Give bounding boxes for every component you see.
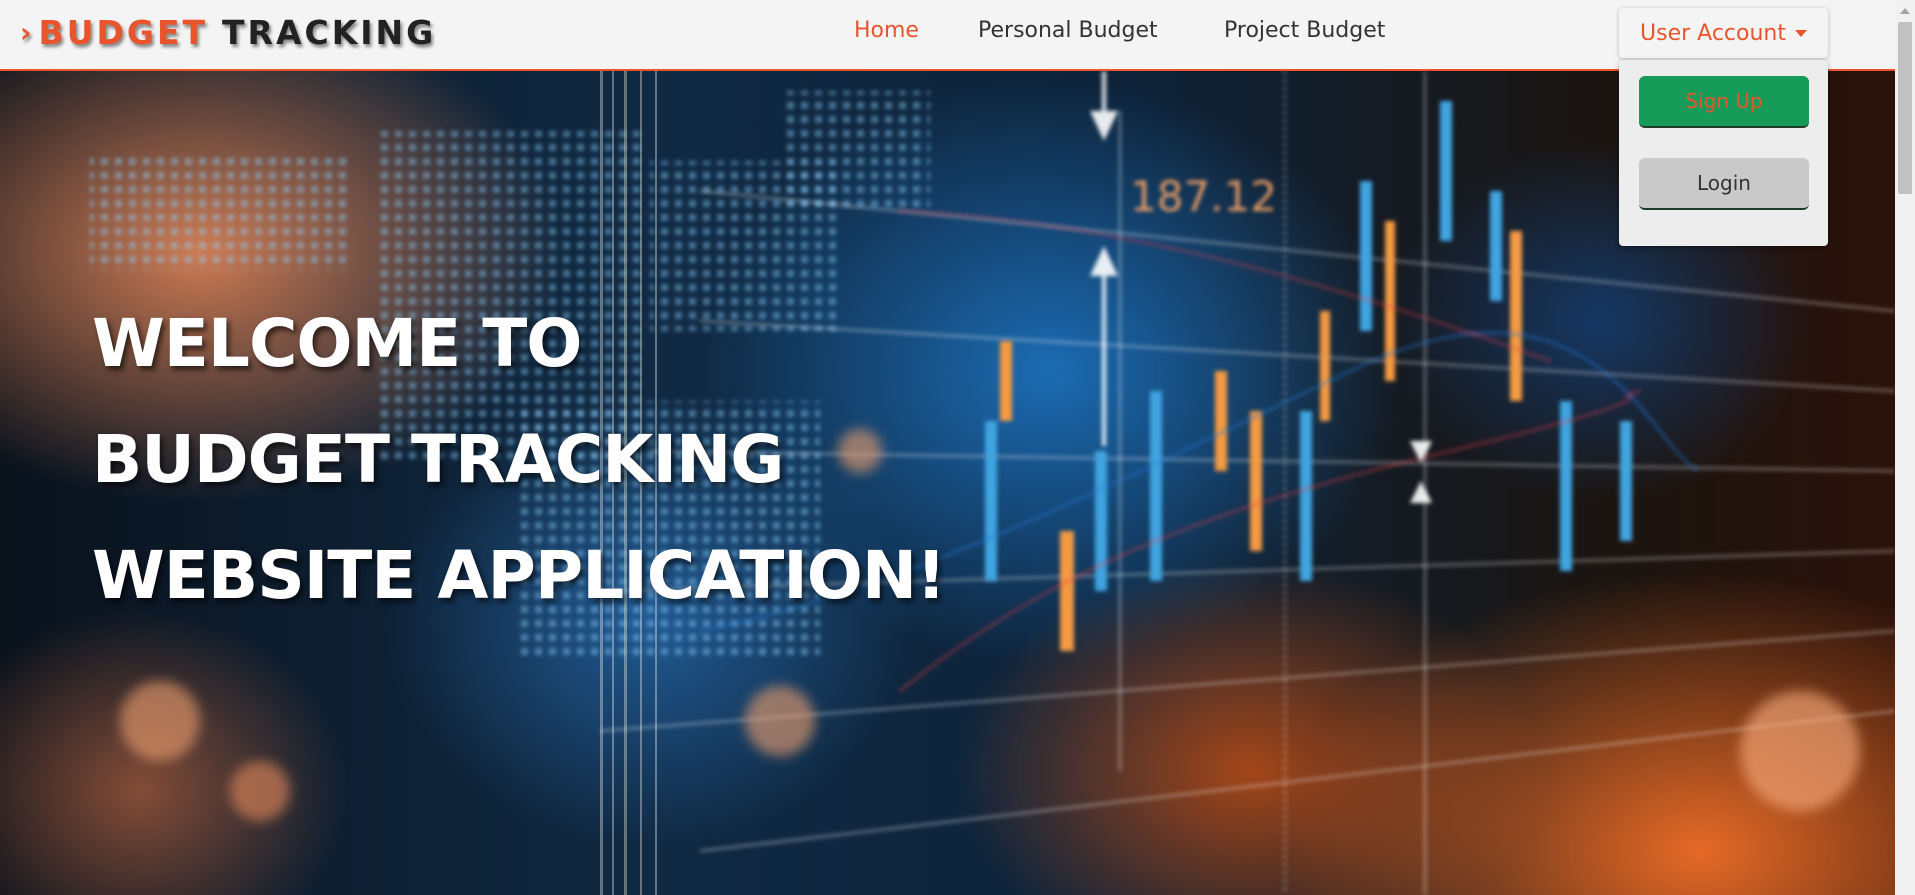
chart-price-label: 187.12 [1130,172,1277,221]
page-scrollbar[interactable] [1895,0,1915,895]
brand-logo[interactable]: › BUDGET TRACKING [20,12,436,52]
brand-part-budget: BUDGET [38,12,209,52]
hero-line-3: WEBSITE APPLICATION! [92,537,946,614]
nav-link-project-budget[interactable]: Project Budget [1224,18,1385,43]
scroll-up-arrow-icon[interactable] [1900,8,1910,14]
user-account-label: User Account [1640,20,1786,46]
signup-button[interactable]: Sign Up [1639,76,1809,128]
hero-heading: WELCOME TO BUDGET TRACKING WEBSITE APPLI… [92,286,946,634]
hero-line-1: WELCOME TO [92,305,582,382]
login-button[interactable]: Login [1639,158,1809,210]
nav-link-home[interactable]: Home [854,18,919,43]
user-account-dropdown-toggle[interactable]: User Account [1619,8,1828,58]
user-account-menu: Sign Up Login [1619,60,1828,246]
navbar: › BUDGET TRACKING Home Personal Budget P… [0,0,1895,71]
scroll-thumb[interactable] [1898,22,1912,194]
caret-down-icon [1794,29,1807,37]
chevron-right-icon: › [20,15,35,49]
hero-line-2: BUDGET TRACKING [92,421,784,498]
brand-part-tracking: TRACKING [222,12,437,52]
nav-link-personal-budget[interactable]: Personal Budget [978,18,1158,43]
hero-banner: 187.12 WELCOME TO BUDGET TRACKING WEBSIT… [0,71,1895,895]
